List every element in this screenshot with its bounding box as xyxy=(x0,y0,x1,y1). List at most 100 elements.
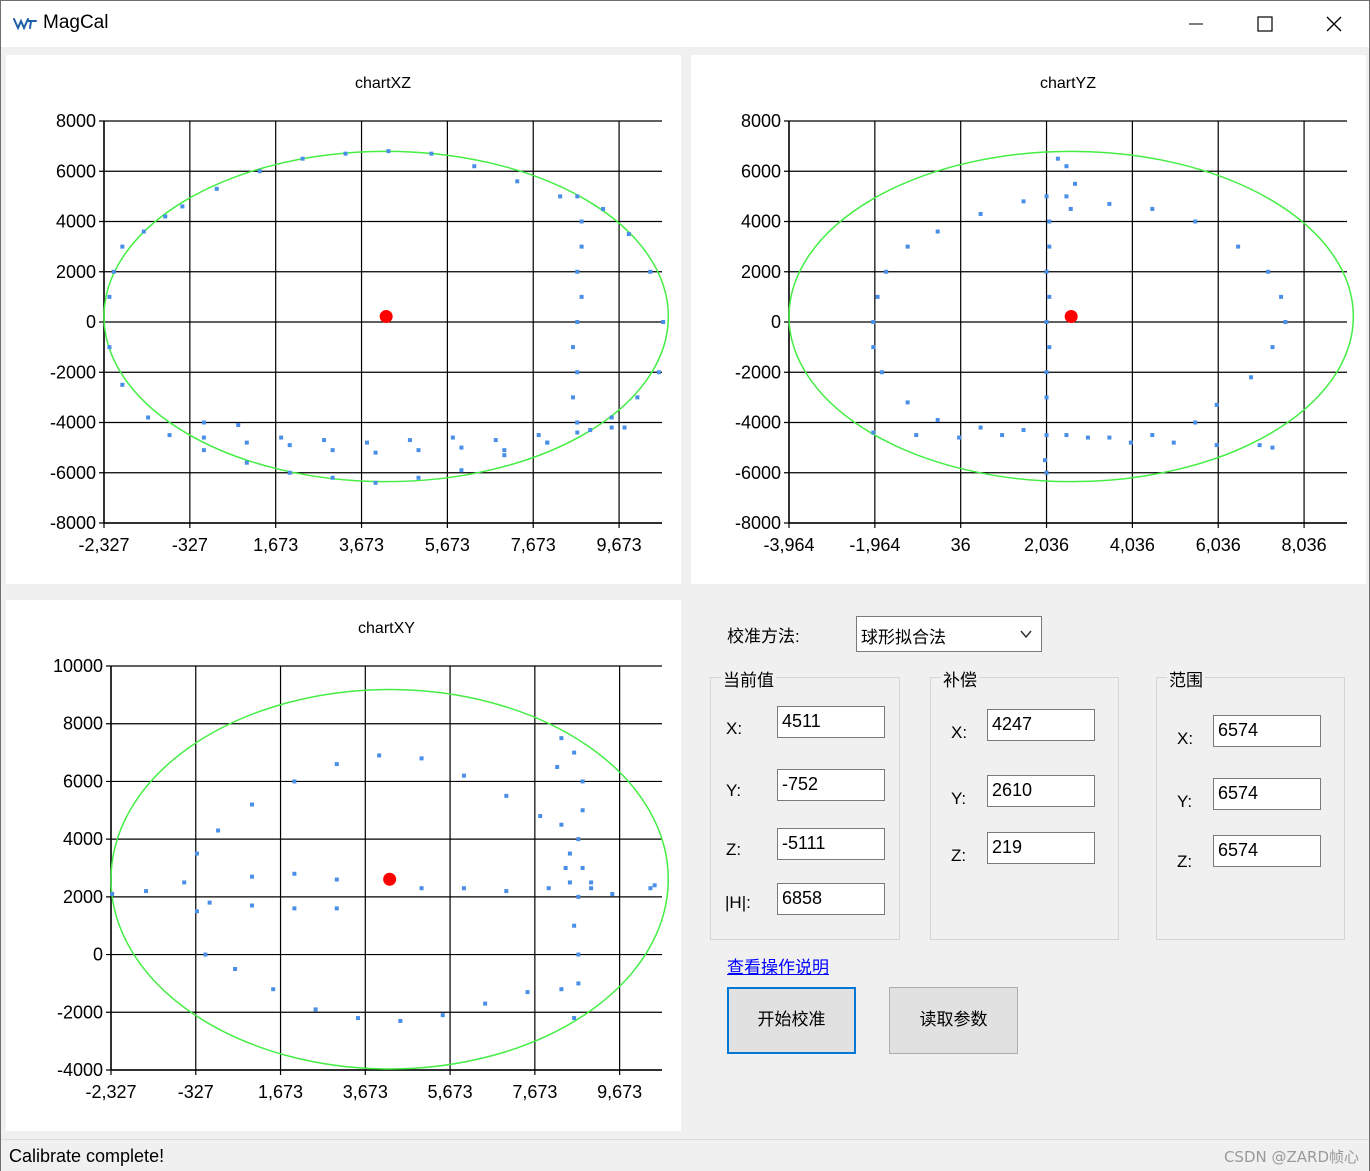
data-point xyxy=(207,900,212,905)
y-tick-label: 6000 xyxy=(741,161,781,181)
data-point xyxy=(1047,345,1052,350)
range-x-field[interactable]: 6574 xyxy=(1213,715,1321,747)
read-parameters-button[interactable]: 读取参数 xyxy=(889,987,1018,1054)
data-point xyxy=(373,480,378,485)
minimize-button[interactable] xyxy=(1161,1,1231,47)
data-point xyxy=(622,425,627,430)
y-tick-label: 8000 xyxy=(56,111,96,131)
y-tick-label: 6000 xyxy=(63,771,103,791)
data-point xyxy=(656,370,661,375)
current-x-field[interactable]: 4511 xyxy=(777,706,885,738)
data-point xyxy=(580,808,585,813)
chart-yz-panel: chartYZ -3,964 -1,964 36 2,036 4,036 6,036 8,03… xyxy=(691,55,1366,584)
data-point xyxy=(575,370,580,375)
data-point xyxy=(483,1001,488,1006)
x-tick-label: 6,036 xyxy=(1196,535,1241,555)
close-button[interactable] xyxy=(1299,1,1369,47)
x-tick-label: -3,964 xyxy=(763,535,814,555)
offset-z-field[interactable]: 219 xyxy=(987,832,1095,864)
data-point xyxy=(575,430,580,435)
data-point xyxy=(250,874,255,879)
data-point xyxy=(1000,433,1005,438)
range-z-field[interactable]: 6574 xyxy=(1213,835,1321,867)
data-point xyxy=(1128,440,1133,445)
data-point xyxy=(1044,433,1049,438)
data-point xyxy=(440,1013,445,1018)
start-calibration-button[interactable]: 开始校准 xyxy=(727,987,856,1054)
method-select[interactable]: 球形拟合法 xyxy=(856,616,1042,652)
data-point xyxy=(493,438,498,443)
range-y-field[interactable]: 6574 xyxy=(1213,778,1321,810)
data-point xyxy=(635,395,640,400)
y-tick-label: 6000 xyxy=(56,161,96,181)
data-point xyxy=(322,438,327,443)
chart-title: chartYZ xyxy=(1040,75,1096,92)
chevron-down-icon xyxy=(1020,630,1032,639)
data-point xyxy=(110,891,115,896)
data-point xyxy=(472,164,477,169)
data-point xyxy=(648,269,653,274)
y-tick-label: -2000 xyxy=(50,362,96,382)
offset-x-field[interactable]: 4247 xyxy=(987,709,1095,741)
data-point xyxy=(1257,443,1262,448)
data-point xyxy=(558,194,563,199)
y-tick-label: 8000 xyxy=(63,714,103,734)
x-tick-label: 4,036 xyxy=(1110,535,1155,555)
y-tick-label: 4000 xyxy=(56,212,96,232)
data-point xyxy=(1214,402,1219,407)
offset-y-field[interactable]: 2610 xyxy=(987,775,1095,807)
data-point xyxy=(502,448,507,453)
data-point xyxy=(652,883,657,888)
data-point xyxy=(343,151,348,156)
data-point xyxy=(1044,395,1049,400)
data-point xyxy=(957,435,962,440)
data-point xyxy=(648,886,653,891)
x-tick-label: 2,036 xyxy=(1024,535,1069,555)
data-point xyxy=(429,151,434,156)
data-point xyxy=(1283,320,1288,324)
data-point xyxy=(1085,435,1090,440)
data-point xyxy=(1266,269,1271,274)
data-point xyxy=(1047,244,1052,249)
watermark: CSDN @ZARD帧心 xyxy=(1223,1148,1359,1166)
data-point xyxy=(1270,345,1275,350)
current-z-field[interactable]: -5111 xyxy=(777,828,885,860)
data-point xyxy=(1193,219,1198,224)
y-tick-label: -6000 xyxy=(735,463,781,483)
data-point xyxy=(545,440,550,445)
data-point xyxy=(386,149,391,154)
data-point xyxy=(572,750,577,755)
data-point xyxy=(1047,294,1052,299)
current-h-field[interactable]: 6858 xyxy=(777,883,885,915)
x-tick-label: -327 xyxy=(178,1082,214,1102)
data-point xyxy=(459,445,464,450)
y-tick-label: 2000 xyxy=(56,262,96,282)
data-point xyxy=(1068,206,1073,211)
data-point xyxy=(287,443,292,448)
data-point xyxy=(559,987,564,992)
data-point xyxy=(626,232,631,237)
data-point xyxy=(377,753,382,758)
chart-xz: chartXZ -2,327 -327 1,673 3,673 5,673 7,673 9,6… xyxy=(50,75,670,555)
data-point xyxy=(330,448,335,453)
data-point xyxy=(244,440,249,445)
data-point xyxy=(1021,199,1026,204)
data-point xyxy=(144,889,149,894)
data-point xyxy=(1064,164,1069,169)
y-tick-label: 8000 xyxy=(741,111,781,131)
app-window: MagCal chartXZ -2,327 -327 1,673 3,673 5,673 7… xyxy=(0,0,1370,1171)
data-point xyxy=(538,814,543,819)
current-y-field[interactable]: -752 xyxy=(777,769,885,801)
data-point xyxy=(601,206,606,211)
maximize-button[interactable] xyxy=(1230,1,1300,47)
data-point xyxy=(576,952,581,957)
data-point xyxy=(233,967,238,971)
data-point xyxy=(292,906,297,911)
help-link[interactable]: 查看操作说明 xyxy=(727,953,829,978)
data-point xyxy=(163,214,168,219)
x-tick-label: -2,327 xyxy=(78,535,129,555)
current-group-title: 当前值 xyxy=(721,666,776,691)
data-point xyxy=(271,987,276,992)
x-tick-label: -327 xyxy=(172,535,208,555)
x-tick-label: 5,673 xyxy=(428,1082,473,1102)
